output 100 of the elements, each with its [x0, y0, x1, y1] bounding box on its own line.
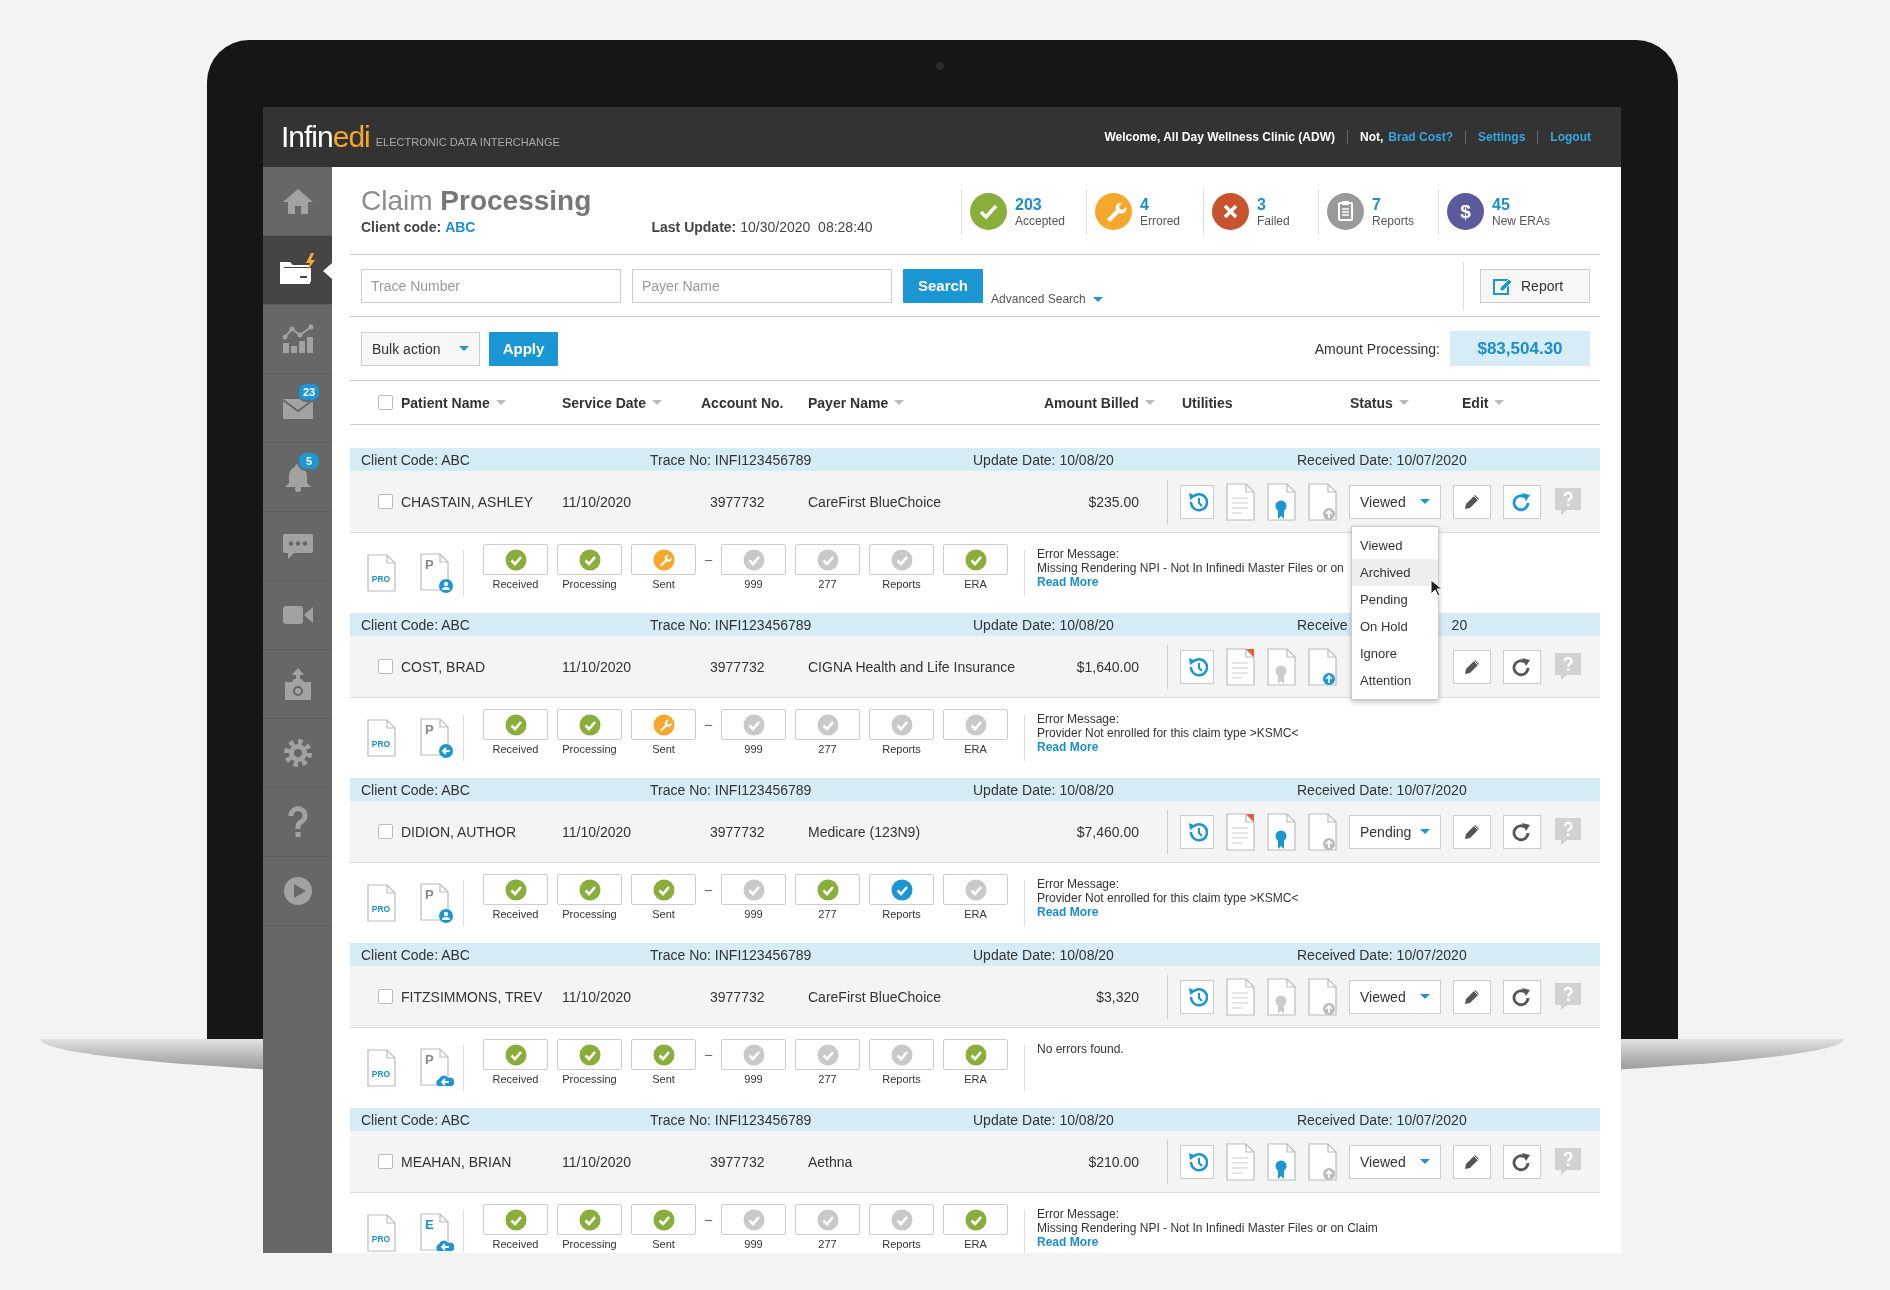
claim-row[interactable]: FITZSIMMONS, TREV 11/10/2020 3977732 CareFirst BlueChoice $3,320 Viewed [350, 966, 1600, 1028]
status-step[interactable] [795, 1039, 860, 1070]
report-button[interactable]: Report [1480, 268, 1590, 303]
column-header[interactable]: Status [1350, 394, 1393, 411]
status-step[interactable] [721, 544, 786, 575]
edit-button[interactable] [1453, 814, 1491, 849]
status-step[interactable] [795, 1204, 860, 1235]
form-file-icon[interactable]: PRO [367, 719, 396, 757]
help-icon[interactable] [1553, 652, 1583, 681]
checkbox[interactable] [378, 989, 393, 1004]
status-step[interactable] [721, 1039, 786, 1070]
history-button[interactable] [1180, 484, 1214, 519]
status-step[interactable] [869, 1204, 934, 1235]
checkbox[interactable] [378, 659, 393, 674]
document-icon[interactable] [1226, 647, 1255, 686]
read-more-link[interactable]: Read More [1037, 740, 1299, 754]
status-dropdown[interactable]: Viewed [1349, 1144, 1441, 1179]
header-link[interactable]: Settings [1478, 130, 1526, 144]
edit-button[interactable] [1453, 649, 1491, 684]
status-dropdown[interactable]: Viewed [1349, 484, 1441, 519]
history-button[interactable] [1180, 1144, 1214, 1179]
search-field[interactable]: Trace Number [361, 268, 621, 303]
column-header[interactable]: Edit [1462, 394, 1489, 411]
form-file-icon[interactable]: PRO [367, 884, 396, 922]
status-step[interactable] [943, 1204, 1008, 1235]
refresh-button[interactable] [1503, 484, 1541, 519]
read-more-link[interactable]: Read More [1037, 905, 1299, 919]
history-button[interactable] [1180, 649, 1214, 684]
upload-document-icon[interactable] [1308, 482, 1337, 521]
status-step[interactable] [795, 544, 860, 575]
refresh-button[interactable] [1503, 649, 1541, 684]
read-more-link[interactable]: Read More [1037, 575, 1344, 589]
checkbox[interactable] [378, 494, 393, 509]
upload-document-icon[interactable] [1308, 977, 1337, 1016]
status-step[interactable] [795, 709, 860, 740]
status-step[interactable] [631, 874, 696, 905]
certificate-icon[interactable] [1267, 1142, 1296, 1181]
status-step[interactable] [557, 709, 622, 740]
column-header[interactable]: Patient Name [401, 394, 490, 411]
status-dropdown[interactable]: Pending [1349, 814, 1441, 849]
status-step[interactable] [869, 874, 934, 905]
status-step[interactable] [631, 709, 696, 740]
column-header[interactable]: Account No. [701, 394, 784, 411]
form-file-icon[interactable]: PRO [367, 1049, 396, 1087]
status-step[interactable] [795, 874, 860, 905]
refresh-button[interactable] [1503, 814, 1541, 849]
history-button[interactable] [1180, 814, 1214, 849]
edit-button[interactable] [1453, 1144, 1491, 1179]
status-step[interactable] [943, 709, 1008, 740]
upload-document-icon[interactable] [1308, 1142, 1337, 1181]
sidebar-item[interactable] [263, 236, 332, 305]
column-header[interactable]: Service Date [562, 394, 647, 411]
status-step[interactable] [869, 1039, 934, 1070]
menu-item[interactable]: Attention [1352, 667, 1438, 694]
help-icon[interactable] [1553, 982, 1583, 1011]
edit-button[interactable] [1453, 484, 1491, 519]
checkbox[interactable] [378, 395, 393, 410]
status-step[interactable] [869, 544, 934, 575]
status-step[interactable] [557, 874, 622, 905]
menu-item[interactable]: Viewed [1352, 532, 1438, 559]
certificate-icon[interactable] [1267, 647, 1296, 686]
column-header[interactable]: Amount Billed [1044, 394, 1139, 411]
upload-document-icon[interactable] [1308, 647, 1337, 686]
document-icon[interactable] [1226, 977, 1255, 1016]
upload-document-icon[interactable] [1308, 812, 1337, 851]
checkbox[interactable] [378, 824, 393, 839]
certificate-icon[interactable] [1267, 482, 1296, 521]
status-step[interactable] [483, 1039, 548, 1070]
status-step[interactable] [483, 1204, 548, 1235]
status-step[interactable] [631, 544, 696, 575]
read-more-link[interactable]: Read More [1037, 1235, 1378, 1249]
status-step[interactable] [943, 1039, 1008, 1070]
help-icon[interactable] [1553, 1147, 1583, 1176]
column-header[interactable]: Payer Name [808, 394, 889, 411]
status-step[interactable] [557, 1039, 622, 1070]
status-step[interactable] [631, 1204, 696, 1235]
form-file-icon[interactable]: PRO [367, 554, 396, 592]
menu-item[interactable]: Archived [1352, 559, 1438, 586]
refresh-button[interactable] [1503, 979, 1541, 1014]
status-step[interactable] [557, 1204, 622, 1235]
column-header[interactable]: Utilities [1182, 394, 1233, 411]
status-step[interactable] [483, 544, 548, 575]
status-step[interactable] [483, 874, 548, 905]
claim-row[interactable]: MEAHAN, BRIAN 11/10/2020 3977732 Aethna $210.00 Viewed [350, 1131, 1600, 1193]
menu-item[interactable]: Pending [1352, 586, 1438, 613]
status-step[interactable] [631, 1039, 696, 1070]
document-icon[interactable] [1226, 812, 1255, 851]
form-file-icon[interactable]: PRO [367, 1214, 396, 1252]
advanced-search-link[interactable]: Advanced Search [991, 292, 1086, 306]
history-button[interactable] [1180, 979, 1214, 1014]
claim-row[interactable]: DIDION, AUTHOR 11/10/2020 3977732 Medicare (123N9) $7,460.00 Pending [350, 801, 1600, 863]
claim-row[interactable]: CHASTAIN, ASHLEY 11/10/2020 3977732 CareFirst BlueChoice $235.00 Viewed [350, 471, 1600, 533]
status-step[interactable] [943, 544, 1008, 575]
certificate-icon[interactable] [1267, 977, 1296, 1016]
status-dropdown[interactable]: Viewed [1349, 979, 1441, 1014]
user-link[interactable]: Brad Cost? [1388, 130, 1453, 144]
status-step[interactable] [721, 1204, 786, 1235]
status-step[interactable] [483, 709, 548, 740]
status-step[interactable] [869, 709, 934, 740]
refresh-button[interactable] [1503, 1144, 1541, 1179]
